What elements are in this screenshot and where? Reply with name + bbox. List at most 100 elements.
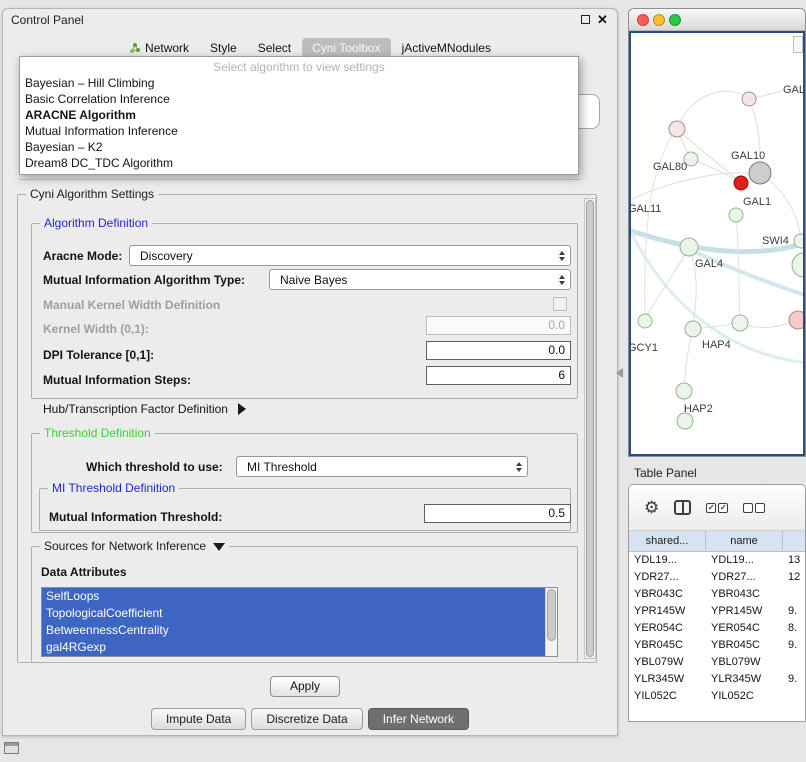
bottom-tab-impute-data[interactable]: Impute Data xyxy=(151,708,246,730)
select-all-icon[interactable]: ✓ ✓ xyxy=(706,503,728,513)
control-panel-titlebar[interactable]: Control Panel ✕ xyxy=(3,9,617,31)
table-row[interactable]: YBL079WYBL079W xyxy=(629,654,805,671)
close-icon[interactable]: ✕ xyxy=(597,12,608,28)
data-attribute-item[interactable]: SelfLoops xyxy=(42,588,545,605)
network-edge[interactable] xyxy=(684,329,693,391)
columns-icon[interactable] xyxy=(674,500,691,515)
table-cell: 12 xyxy=(783,569,805,586)
network-node[interactable] xyxy=(669,121,685,137)
algorithm-option[interactable]: Basic Correlation Inference xyxy=(20,91,578,107)
tab-label: Cyni Toolbox xyxy=(312,41,380,55)
bottom-tab-infer-network[interactable]: Infer Network xyxy=(368,708,469,730)
table-row[interactable]: YBR045CYBR045C9. xyxy=(629,637,805,654)
panel-dock-icon[interactable] xyxy=(4,742,19,754)
network-node[interactable] xyxy=(685,321,701,337)
splitter-collapse-icon[interactable] xyxy=(616,368,623,378)
table-row[interactable]: YPR145WYPR145W9. xyxy=(629,603,805,620)
network-node[interactable] xyxy=(734,176,748,190)
aracne-mode-select[interactable]: Discovery xyxy=(129,245,571,266)
kernel-width-field[interactable]: 0.0 xyxy=(426,316,571,335)
close-traffic-light[interactable] xyxy=(637,14,649,26)
float-window-icon[interactable] xyxy=(581,15,590,24)
table-cell: YBL079W xyxy=(629,654,706,671)
gear-icon[interactable]: ⚙ xyxy=(644,499,659,516)
algorithm-option[interactable]: Mutual Information Inference xyxy=(20,123,578,139)
expand-right-icon[interactable] xyxy=(238,403,246,415)
table-row[interactable]: YDL19...YDL19...13 xyxy=(629,552,805,569)
apply-button[interactable]: Apply xyxy=(270,676,340,697)
network-node[interactable] xyxy=(680,238,698,256)
table-row[interactable]: YBR043CYBR043C xyxy=(629,586,805,603)
network-node[interactable] xyxy=(732,315,748,331)
network-node[interactable] xyxy=(742,92,756,106)
network-node[interactable] xyxy=(676,383,692,399)
column-header-shared[interactable]: shared... xyxy=(629,531,706,551)
spinner-arrows-icon xyxy=(559,275,565,285)
network-graph[interactable]: GALGAL80GAL10GAL1GAL11SWI4GAL4GCY1HAP4HA… xyxy=(631,33,805,456)
tab-cyni-toolbox[interactable]: Cyni Toolbox xyxy=(302,38,390,58)
column-header-name[interactable]: name xyxy=(706,531,783,551)
network-edge[interactable] xyxy=(645,247,689,321)
manual-kernel-width-checkbox[interactable] xyxy=(553,297,567,311)
list-scrollbar[interactable] xyxy=(545,588,557,656)
algorithm-placeholder: Select algorithm to view settings xyxy=(20,59,578,75)
column-header-clipped[interactable] xyxy=(783,531,805,551)
algorithm-option[interactable]: Bayesian – Hill Climbing xyxy=(20,75,578,91)
mi-threshold-field[interactable]: 0.5 xyxy=(424,504,571,523)
network-node[interactable] xyxy=(792,253,805,277)
network-node[interactable] xyxy=(677,413,693,429)
sources-expander[interactable]: Sources for Network Inference xyxy=(40,539,229,553)
data-attribute-item[interactable]: BetweennessCentrality xyxy=(42,622,545,639)
selected-value: Discovery xyxy=(140,249,193,263)
minimize-traffic-light[interactable] xyxy=(653,14,665,26)
dpi-tolerance-field[interactable]: 0.0 xyxy=(426,341,571,360)
algorithm-option[interactable]: Dream8 DC_TDC Algorithm xyxy=(20,155,578,171)
zoom-traffic-light[interactable] xyxy=(669,14,681,26)
algorithm-option[interactable]: ARACNE Algorithm xyxy=(20,107,578,123)
network-canvas[interactable]: GALGAL80GAL10GAL1GAL11SWI4GAL4GCY1HAP4HA… xyxy=(629,31,805,456)
table-cell: YIL052C xyxy=(706,688,783,705)
bottom-tab-discretize-data[interactable]: Discretize Data xyxy=(251,708,362,730)
scrollbar-thumb[interactable] xyxy=(547,589,556,641)
table-row[interactable]: YLR345WYLR345W9. xyxy=(629,671,805,688)
network-node[interactable] xyxy=(729,208,743,222)
network-edge[interactable] xyxy=(677,91,749,129)
network-node[interactable] xyxy=(749,162,771,184)
tab-network[interactable]: Network xyxy=(119,38,199,58)
network-node[interactable] xyxy=(794,234,805,248)
hub-definition-expander[interactable]: Hub/Transcription Factor Definition xyxy=(43,402,246,416)
network-node[interactable] xyxy=(638,314,652,328)
selected-value: Naive Bayes xyxy=(280,273,347,287)
data-attribute-item[interactable]: TopologicalCoefficient xyxy=(42,605,545,622)
table-panel-title: Table Panel xyxy=(634,466,697,480)
mi-algorithm-type-select[interactable]: Naive Bayes xyxy=(269,269,571,290)
deselect-all-icon[interactable] xyxy=(743,503,765,513)
checked-box-icon: ✓ xyxy=(718,503,728,513)
network-edge[interactable] xyxy=(689,249,805,297)
collapse-down-icon[interactable] xyxy=(213,543,225,551)
tab-select[interactable]: Select xyxy=(248,38,301,58)
table-row[interactable]: YIL052CYIL052C xyxy=(629,688,805,705)
network-window-titlebar[interactable] xyxy=(629,9,805,31)
algorithm-option[interactable]: Bayesian – K2 xyxy=(20,139,578,155)
data-attributes-list[interactable]: SelfLoopsTopologicalCoefficientBetweenne… xyxy=(41,587,558,657)
settings-scrollbar[interactable] xyxy=(584,198,596,659)
table-row[interactable]: YER054CYER054C8. xyxy=(629,620,805,637)
network-scrollbar[interactable] xyxy=(793,36,803,53)
table-toolbar: ⚙ ✓ ✓ xyxy=(629,485,805,531)
which-threshold-select[interactable]: MI Threshold xyxy=(236,456,528,477)
tab-jactivemnodules[interactable]: jActiveMNodules xyxy=(392,38,501,58)
node-label: GAL xyxy=(783,84,805,96)
spinner-arrows-icon xyxy=(559,251,565,261)
table-cell: YBR045C xyxy=(629,637,706,654)
network-node[interactable] xyxy=(789,311,805,329)
group-title: MI Threshold Definition xyxy=(48,481,179,495)
mi-steps-field[interactable]: 6 xyxy=(426,366,571,385)
tab-style[interactable]: Style xyxy=(200,38,247,58)
table-cell: 13 xyxy=(783,552,805,569)
sources-title: Sources for Network Inference xyxy=(44,539,206,553)
network-edge[interactable] xyxy=(691,159,741,183)
data-attribute-item[interactable]: gal4RGexp xyxy=(42,639,545,656)
scrollbar-thumb[interactable] xyxy=(586,200,594,657)
table-row[interactable]: YDR27...YDR27...12 xyxy=(629,569,805,586)
